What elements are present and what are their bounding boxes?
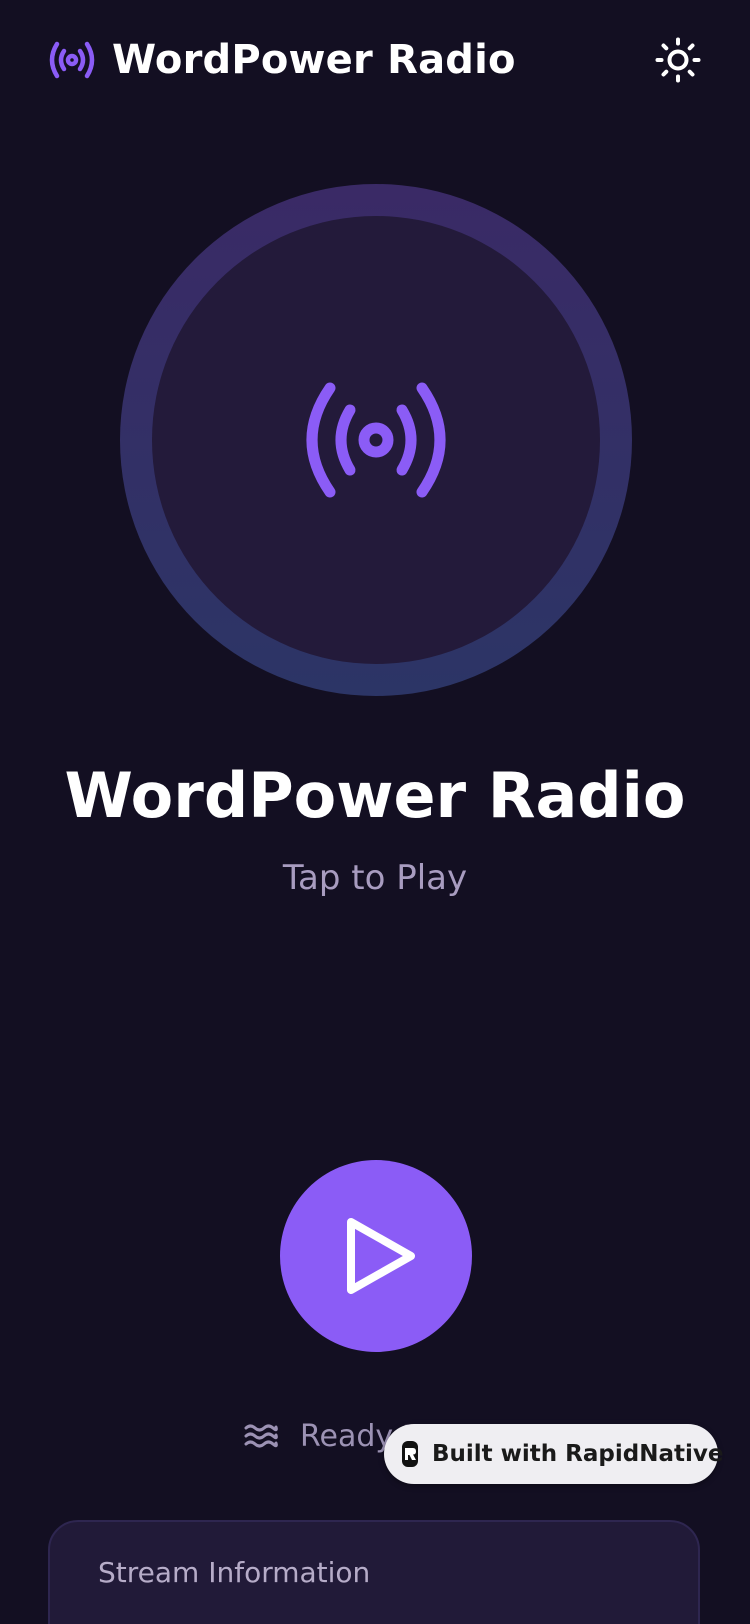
- play-button[interactable]: [280, 1160, 472, 1352]
- station-artwork: [152, 216, 600, 664]
- header: WordPower Radio: [0, 0, 750, 120]
- app-title: WordPower Radio: [112, 37, 516, 83]
- sun-icon: [655, 37, 701, 83]
- built-with-label: Built with RapidNative: [432, 1441, 724, 1467]
- stream-info-card: Stream Information: [48, 1520, 700, 1624]
- rapidnative-logo: [402, 1441, 418, 1467]
- app-screen: WordPower Radio WordPower Radio Tap to P…: [0, 0, 750, 1624]
- theme-toggle-button[interactable]: [652, 34, 704, 86]
- built-with-badge[interactable]: Built with RapidNative: [384, 1424, 723, 1484]
- playback-hint: Tap to Play: [282, 858, 468, 898]
- stream-info-title: Stream Information: [98, 1556, 371, 1589]
- radio-broadcast-icon: [49, 41, 95, 79]
- station-artwork-ring: [120, 184, 632, 696]
- radio-broadcast-icon: [306, 382, 446, 498]
- waves-icon: [244, 1424, 278, 1448]
- play-icon: [347, 1218, 415, 1294]
- station-name: WordPower Radio: [64, 759, 686, 832]
